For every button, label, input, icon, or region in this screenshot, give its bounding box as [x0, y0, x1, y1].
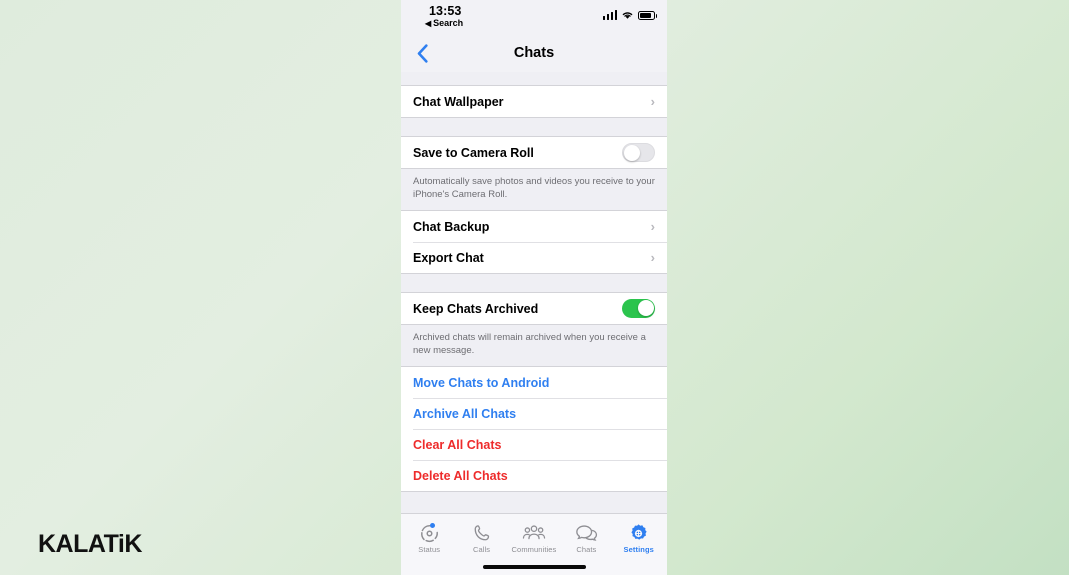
- section-camera-roll: Save to Camera Roll: [401, 136, 667, 169]
- row-save-to-camera-roll[interactable]: Save to Camera Roll: [401, 137, 667, 168]
- row-label: Keep Chats Archived: [413, 301, 539, 316]
- section-wallpaper: Chat Wallpaper ›: [401, 85, 667, 118]
- toggle-knob: [624, 145, 641, 162]
- section-gap: [401, 274, 667, 292]
- tab-bar: Status Calls Communities Chats Settings: [401, 513, 667, 559]
- row-chat-backup[interactable]: Chat Backup ›: [401, 211, 667, 242]
- communities-icon: [522, 522, 546, 544]
- page-title: Chats: [513, 45, 555, 61]
- row-label: Move Chats to Android: [413, 375, 550, 390]
- row-delete-all-chats[interactable]: Delete All Chats: [401, 460, 667, 491]
- signal-bars-icon: [602, 10, 617, 20]
- row-clear-all-chats[interactable]: Clear All Chats: [401, 429, 667, 460]
- chevron-right-icon: ›: [650, 94, 655, 109]
- gear-icon: [628, 522, 649, 544]
- back-app-label: Search: [433, 18, 464, 28]
- row-archive-all-chats[interactable]: Archive All Chats: [401, 398, 667, 429]
- caption-archive: Archived chats will remain archived when…: [401, 325, 667, 366]
- status-ring-icon: [419, 522, 440, 544]
- phone-screen: 13:53 ◀ Search Chats Chat Wallpaper › Sa…: [401, 0, 667, 575]
- wifi-icon: [622, 12, 633, 19]
- section-gap: [401, 72, 667, 85]
- row-label: Save to Camera Roll: [413, 145, 534, 160]
- toggle-knob: [637, 300, 654, 317]
- row-label: Export Chat: [413, 250, 484, 265]
- tab-status[interactable]: Status: [403, 522, 455, 554]
- status-badge-dot: [429, 523, 435, 528]
- row-move-chats-to-android[interactable]: Move Chats to Android: [401, 367, 667, 398]
- chevron-right-icon: ›: [650, 250, 655, 265]
- settings-list: Chat Wallpaper › Save to Camera Roll Aut…: [401, 72, 667, 513]
- tab-chats[interactable]: Chats: [560, 522, 612, 554]
- phone-icon: [472, 522, 492, 544]
- tab-communities[interactable]: Communities: [508, 522, 560, 554]
- battery-icon: [638, 10, 657, 20]
- chat-bubbles-icon: [575, 522, 598, 544]
- chevron-right-icon: ›: [650, 219, 655, 234]
- tab-label: Status: [418, 545, 441, 554]
- row-label: Delete All Chats: [413, 468, 508, 483]
- tab-label: Calls: [472, 545, 491, 554]
- row-label: Archive All Chats: [413, 406, 517, 421]
- row-label: Clear All Chats: [413, 437, 502, 452]
- back-button[interactable]: [409, 40, 435, 66]
- home-indicator-area: [401, 559, 667, 575]
- row-export-chat[interactable]: Export Chat ›: [401, 242, 667, 273]
- tab-settings[interactable]: Settings: [613, 522, 665, 554]
- section-gap: [401, 118, 667, 136]
- back-triangle-icon: ◀: [425, 18, 432, 28]
- keep-chats-archived-toggle[interactable]: [622, 299, 655, 318]
- row-label: Chat Backup: [413, 219, 490, 234]
- status-bar: 13:53 ◀ Search: [401, 0, 667, 34]
- section-backup-export: Chat Backup › Export Chat ›: [401, 210, 667, 274]
- status-bar-indicators: [602, 10, 657, 20]
- tab-calls[interactable]: Calls: [456, 522, 508, 554]
- row-keep-chats-archived[interactable]: Keep Chats Archived: [401, 293, 667, 324]
- kalatik-watermark: KALATiK: [38, 530, 142, 558]
- section-actions: Move Chats to Android Archive All Chats …: [401, 366, 667, 492]
- section-archive: Keep Chats Archived: [401, 292, 667, 325]
- row-chat-wallpaper[interactable]: Chat Wallpaper ›: [401, 86, 667, 117]
- row-label: Chat Wallpaper: [413, 94, 504, 109]
- home-indicator[interactable]: [482, 565, 586, 569]
- tab-label: Settings: [623, 545, 654, 554]
- navigation-bar: Chats: [401, 34, 667, 72]
- tab-label: Chats: [576, 545, 597, 554]
- chevron-left-icon: [417, 43, 428, 63]
- caption-camera-roll: Automatically save photos and videos you…: [401, 169, 667, 210]
- tab-label: Communities: [511, 545, 557, 554]
- save-to-camera-roll-toggle[interactable]: [622, 143, 655, 162]
